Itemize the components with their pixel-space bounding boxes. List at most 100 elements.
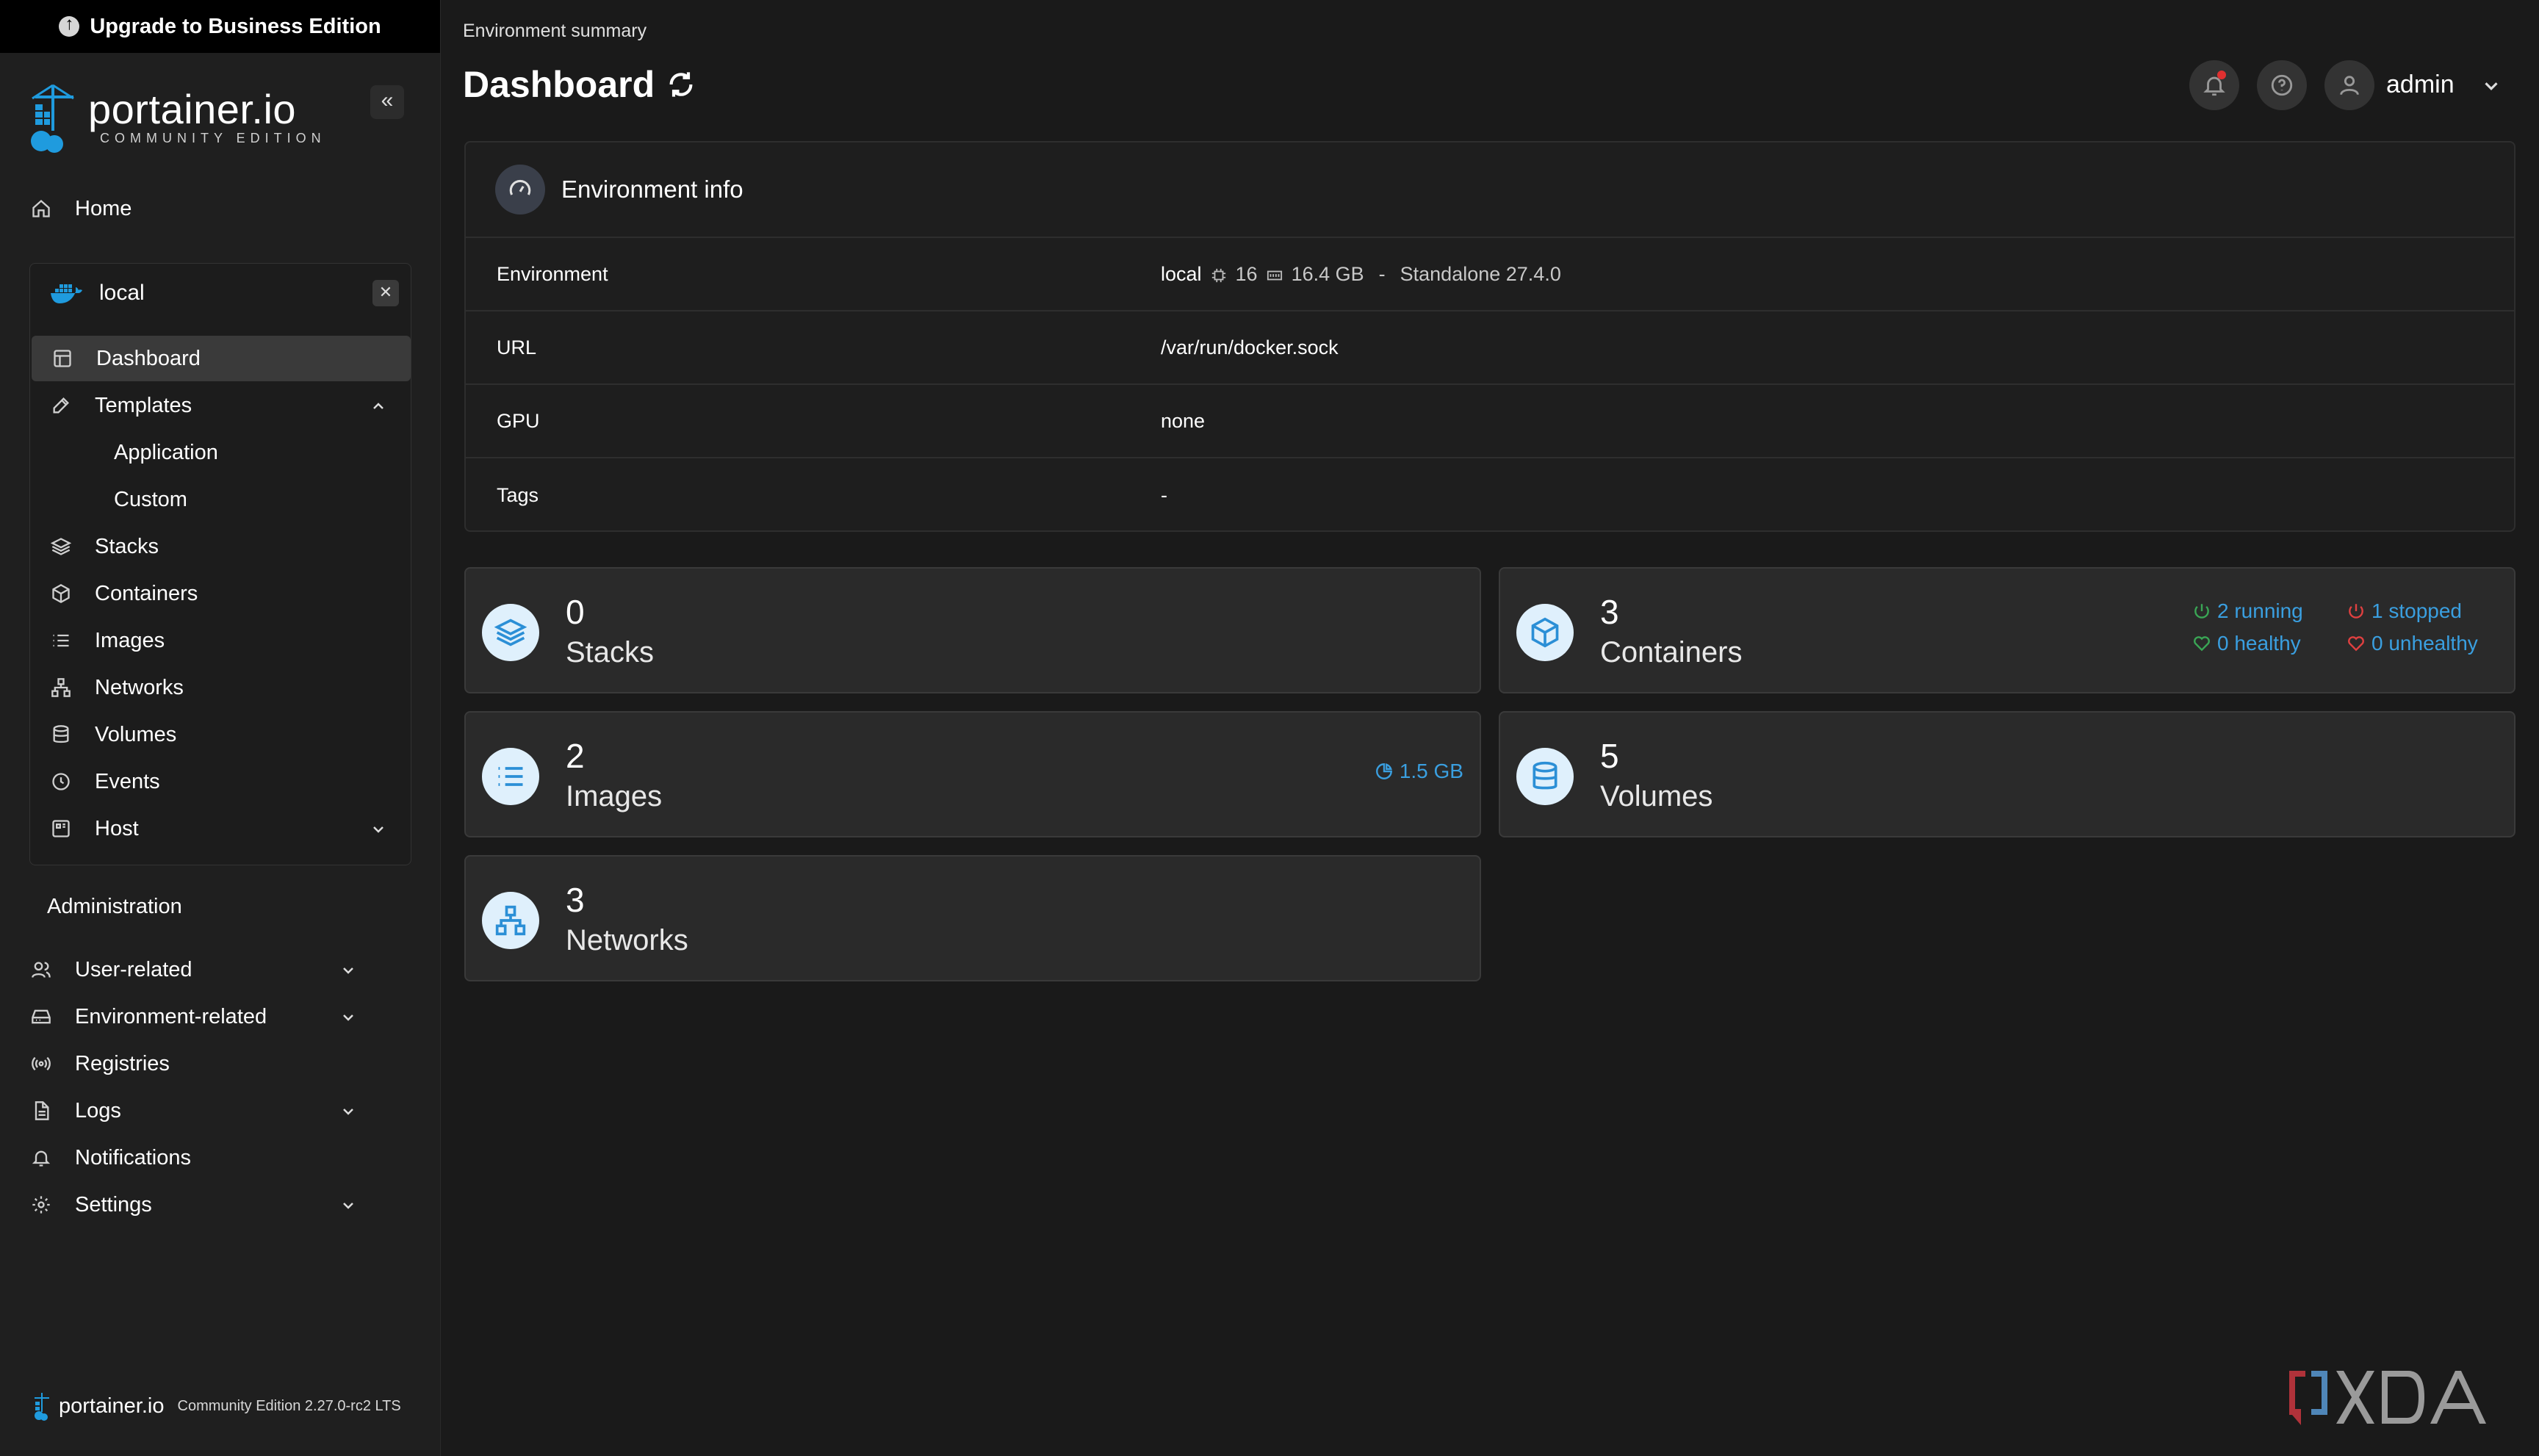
cpu-count: 16 bbox=[1235, 262, 1258, 285]
sidebar-item-custom[interactable]: Custom bbox=[30, 477, 412, 522]
sidebar-item-application[interactable]: Application bbox=[30, 430, 412, 475]
sidebar-item-label: Networks bbox=[95, 675, 184, 699]
clear-environment-button[interactable]: ✕ bbox=[372, 280, 399, 306]
notifications-button[interactable] bbox=[2189, 60, 2239, 110]
info-label: Tags bbox=[497, 483, 539, 506]
chevron-down-icon[interactable] bbox=[370, 820, 387, 837]
networks-count: 3 bbox=[566, 881, 585, 919]
environment-info-header: Environment info bbox=[466, 143, 2514, 238]
sidebar-item-dashboard[interactable]: Dashboard bbox=[32, 336, 411, 381]
chevron-down-icon[interactable] bbox=[339, 961, 357, 979]
info-value: /var/run/docker.sock bbox=[1161, 336, 1339, 358]
images-card[interactable]: 2 Images 1.5 GB bbox=[464, 711, 1481, 837]
stopped-count: 1 stopped bbox=[2371, 599, 2462, 622]
environment-type: Standalone 27.4.0 bbox=[1400, 262, 1561, 285]
edit-icon bbox=[49, 394, 73, 417]
network-icon bbox=[49, 676, 73, 699]
containers-card[interactable]: 3 Containers 2 running 1 stopped 0 healt… bbox=[1499, 567, 2515, 693]
user-avatar[interactable] bbox=[2324, 60, 2374, 110]
chevron-down-icon[interactable] bbox=[339, 1196, 357, 1214]
gear-icon bbox=[29, 1193, 53, 1217]
images-count: 2 bbox=[566, 737, 585, 775]
sidebar-item-environment-related[interactable]: Environment-related bbox=[29, 995, 411, 1039]
environment-name: local bbox=[99, 281, 145, 305]
stopped-status: 1 stopped bbox=[2347, 599, 2462, 623]
page-title: Dashboard bbox=[463, 64, 655, 105]
info-value: - bbox=[1161, 483, 1167, 506]
stacks-card[interactable]: 0 Stacks bbox=[464, 567, 1481, 693]
chevron-down-icon[interactable] bbox=[339, 1102, 357, 1120]
sidebar-item-label: Home bbox=[75, 196, 132, 220]
running-count: 2 running bbox=[2217, 599, 2303, 622]
gauge-icon bbox=[495, 165, 545, 215]
containers-count: 3 bbox=[1600, 593, 1619, 631]
volumes-count: 5 bbox=[1600, 737, 1619, 775]
sidebar-item-user-related[interactable]: User-related bbox=[29, 948, 411, 992]
footer-version: Community Edition 2.27.0-rc2 LTS bbox=[177, 1397, 401, 1414]
brand-name: portainer.io bbox=[88, 86, 297, 132]
upgrade-banner-label: Upgrade to Business Edition bbox=[90, 14, 381, 38]
user-menu-name[interactable]: admin bbox=[2386, 71, 2455, 99]
networks-card[interactable]: 3 Networks bbox=[464, 855, 1481, 981]
info-label: URL bbox=[497, 336, 537, 358]
power-icon bbox=[2194, 604, 2209, 619]
refresh-icon[interactable] bbox=[666, 70, 696, 99]
sidebar-item-volumes[interactable]: Volumes bbox=[30, 712, 412, 757]
memory-size: 16.4 GB bbox=[1291, 262, 1364, 285]
sidebar-item-label: Notifications bbox=[75, 1145, 191, 1170]
sidebar-item-label: Host bbox=[95, 816, 139, 840]
info-row-tags: Tags - bbox=[466, 458, 2514, 532]
sidebar-item-networks[interactable]: Networks bbox=[30, 665, 412, 710]
environment-name-value: local bbox=[1161, 262, 1202, 285]
database-icon bbox=[49, 723, 73, 746]
sidebar-item-label: Registries bbox=[75, 1051, 170, 1075]
sidebar-item-containers[interactable]: Containers bbox=[30, 571, 412, 616]
drive-icon bbox=[29, 1005, 53, 1028]
sidebar-item-logs[interactable]: Logs bbox=[29, 1089, 411, 1133]
sidebar-item-label: Volumes bbox=[95, 722, 177, 746]
sidebar-item-label: Templates bbox=[95, 393, 192, 417]
sidebar-item-home[interactable]: Home bbox=[29, 187, 411, 231]
power-icon bbox=[2349, 604, 2363, 619]
chevron-up-icon[interactable] bbox=[370, 397, 387, 414]
sidebar-item-templates[interactable]: Templates bbox=[30, 383, 412, 428]
images-size-value: 1.5 GB bbox=[1399, 760, 1463, 782]
unhealthy-count: 0 unhealthy bbox=[2371, 632, 2478, 655]
sidebar-item-stacks[interactable]: Stacks bbox=[30, 524, 412, 569]
sidebar-item-registries[interactable]: Registries bbox=[29, 1042, 411, 1086]
upgrade-banner-button[interactable]: Upgrade to Business Edition bbox=[0, 0, 440, 53]
heart-icon bbox=[2348, 636, 2364, 652]
unhealthy-status: 0 unhealthy bbox=[2347, 632, 2478, 655]
sidebar-item-settings[interactable]: Settings bbox=[29, 1183, 411, 1227]
chevron-down-icon[interactable] bbox=[339, 1008, 357, 1026]
sidebar-item-label: Containers bbox=[95, 581, 198, 605]
sidebar-item-events[interactable]: Events bbox=[30, 759, 412, 804]
sidebar-item-images[interactable]: Images bbox=[30, 618, 412, 663]
xda-watermark-logo bbox=[2289, 1371, 2486, 1425]
help-circle-icon bbox=[2271, 74, 2293, 96]
info-value: none bbox=[1161, 409, 1206, 432]
stacks-label: Stacks bbox=[566, 636, 655, 668]
sidebar-footer: portainer.io Community Edition 2.27.0-rc… bbox=[32, 1391, 401, 1421]
help-button[interactable] bbox=[2257, 60, 2307, 110]
info-row-gpu: GPU none bbox=[466, 385, 2514, 458]
healthy-count: 0 healthy bbox=[2217, 632, 2301, 655]
volumes-label: Volumes bbox=[1600, 780, 1713, 812]
radio-icon bbox=[29, 1052, 53, 1075]
sidebar: Upgrade to Business Edition portainer.io… bbox=[0, 0, 441, 1456]
info-value: local 16 16.4 GB - Standalone 27.4.0 bbox=[1161, 263, 1561, 286]
sidebar-item-host[interactable]: Host bbox=[30, 806, 412, 851]
portainer-small-logo-icon bbox=[35, 1393, 49, 1421]
volumes-card[interactable]: 5 Volumes bbox=[1499, 711, 2515, 837]
network-icon bbox=[482, 892, 539, 949]
portainer-brand[interactable]: portainer.io COMMUNITY EDITION bbox=[25, 82, 422, 156]
images-label: Images bbox=[566, 780, 663, 812]
chevron-down-icon[interactable] bbox=[2480, 75, 2502, 97]
memory-icon bbox=[1267, 266, 1283, 282]
collapse-sidebar-button[interactable]: « bbox=[370, 85, 404, 119]
sidebar-item-label: Logs bbox=[75, 1098, 121, 1122]
sidebar-item-notifications[interactable]: Notifications bbox=[29, 1136, 411, 1180]
sidebar-item-label: Settings bbox=[75, 1192, 152, 1217]
environment-header[interactable]: local ✕ bbox=[30, 264, 412, 322]
administration-heading: Administration bbox=[47, 895, 182, 918]
